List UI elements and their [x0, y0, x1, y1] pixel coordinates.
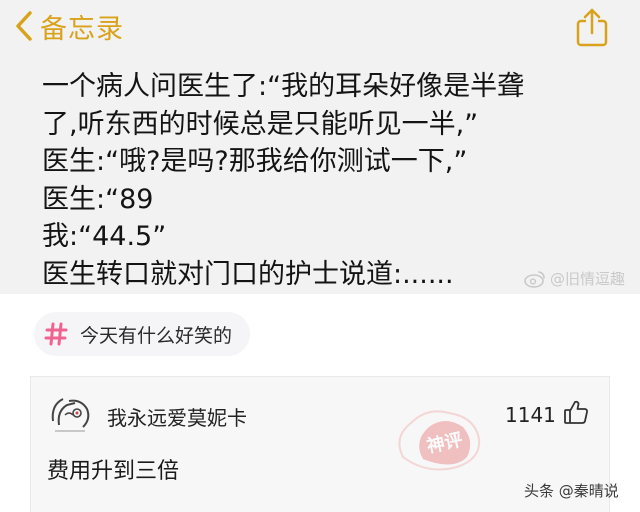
hashtag-icon	[44, 322, 68, 346]
chevron-left-icon	[16, 11, 32, 41]
note-line: 医生转口就对门口的护士说道:......	[42, 258, 454, 290]
source-watermark: 头条 @秦晴说	[524, 482, 619, 500]
avatar[interactable]	[45, 391, 95, 437]
like-button[interactable]	[563, 399, 589, 425]
share-icon	[576, 8, 608, 47]
note-body: 一个病人问医生了:“我的耳朵好像是半聋 了,听东西的时候总是只能听见一半,” 医…	[42, 68, 602, 293]
comment-text: 费用升到三倍	[47, 459, 180, 484]
back-button[interactable]: 备忘录	[14, 8, 124, 45]
share-button[interactable]	[575, 7, 609, 47]
comment-card: 神评 我永远爱莫妮卡 1141 费用升到三倍	[30, 376, 610, 512]
back-label: 备忘录	[40, 13, 124, 45]
thumbs-up-icon	[564, 400, 588, 424]
hot-comment-stamp: 神评	[383, 397, 493, 477]
notes-screenshot: 备忘录 一个病人问医生了:“我的耳朵好像是半聋 了,听东西的时候总是只能听见一半…	[0, 0, 640, 294]
note-line: 一个病人问医生了:“我的耳朵好像是半聋	[42, 71, 525, 102]
topic-tag[interactable]: 今天有什么好笑的	[34, 312, 251, 356]
note-line: 我:“44.5”	[42, 221, 167, 252]
weibo-icon	[524, 270, 545, 288]
topic-label: 今天有什么好笑的	[80, 324, 233, 347]
note-line: 医生:“哦?是吗?那我给你测试一下,”	[42, 146, 468, 177]
comment-username[interactable]: 我永远爱莫妮卡	[107, 402, 247, 431]
weibo-watermark: @旧情逗趣	[524, 268, 625, 289]
note-line: 了,听东西的时候总是只能听见一半,”	[42, 108, 479, 140]
weibo-watermark-text: @旧情逗趣	[550, 270, 626, 288]
note-line: 医生:“89	[42, 183, 154, 215]
like-count: 1141	[505, 403, 556, 427]
